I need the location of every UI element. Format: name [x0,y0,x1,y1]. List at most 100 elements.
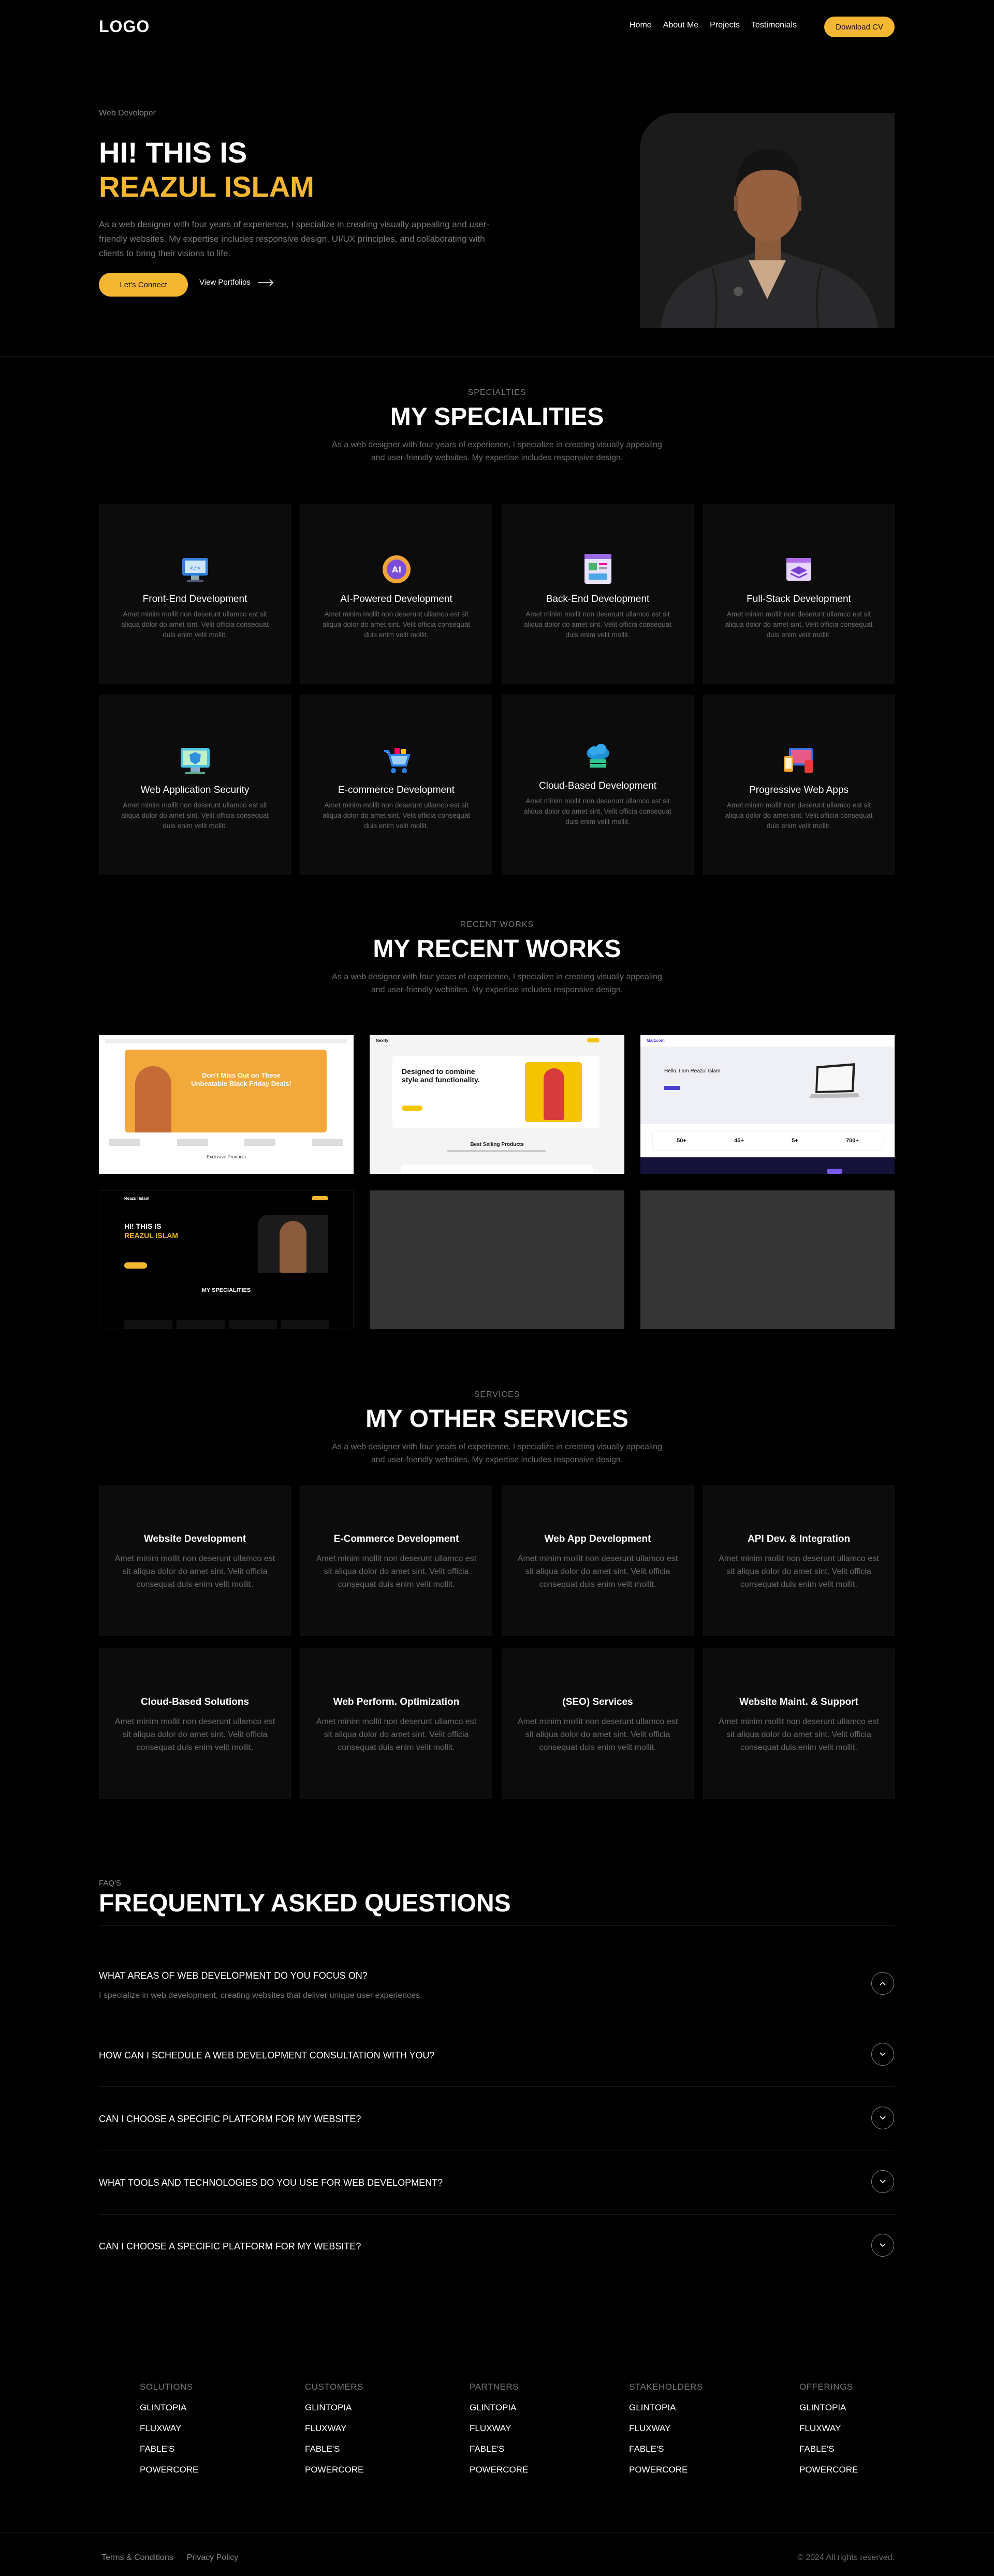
services-description: As a web designer with four years of exp… [332,1442,662,1464]
faq-question[interactable]: CAN I CHOOSE A SPECIFIC PLATFORM FOR MY … [99,2241,361,2252]
faq-toggle[interactable] [871,1972,894,1995]
hero-photo-card [640,113,895,328]
hero-divider [0,356,994,357]
faq-divider [99,2086,895,2087]
speciality-card[interactable]: Back-End Development Amet minim mollit n… [502,504,694,684]
speciality-card[interactable]: Cloud-Based Development Amet minim molli… [502,695,694,875]
speciality-card[interactable]: Web Application Security Amet minim moll… [99,695,291,875]
monitor-code-icon: </> [182,558,208,582]
footer-link[interactable]: FLUXWAY [140,2423,198,2434]
service-description: Amet minim mollit non deserunt ullamco e… [719,1717,879,1752]
service-card[interactable]: Website Development Amet minim mollit non… [99,1485,291,1636]
faq-question[interactable]: WHAT AREAS OF WEB DEVELOPMENT DO YOU FOC… [99,1970,368,1981]
speciality-title: E-commerce Development [338,785,455,796]
footer-link[interactable]: GLINTOPIA [629,2403,703,2413]
footer-link[interactable]: FLUXWAY [629,2423,703,2434]
speciality-card[interactable]: </> Front-End Development Amet minim mol… [99,504,291,684]
nav-projects[interactable]: Projects [710,21,740,30]
faq-question[interactable]: CAN I CHOOSE A SPECIFIC PLATFORM FOR MY … [99,2114,361,2125]
download-cv-button[interactable]: Download CV [824,17,895,37]
view-portfolio-link[interactable]: View Portfolios [199,278,274,287]
thumb4-line1: HI! THIS IS [124,1222,162,1230]
work-thumbnail[interactable]: Nexify Designed to combine style and fun… [370,1035,624,1174]
faq-question[interactable]: WHAT TOOLS AND TECHNOLOGIES DO YOU USE F… [99,2177,443,2188]
footer-legal-links: Terms & Conditions Privacy Policy [101,2553,238,2563]
footer-link[interactable]: FLUXWAY [305,2423,363,2434]
privacy-link[interactable]: Privacy Policy [187,2553,239,2563]
work-thumbnail[interactable]: Reazul Islam HI! THIS IS REAZUL ISLAM MY… [99,1190,354,1329]
service-card[interactable]: Web Perform. Optimization Amet minim moll… [300,1648,492,1799]
footer-link[interactable]: GLINTOPIA [799,2403,858,2413]
faq-question[interactable]: HOW CAN I SCHEDULE A WEB DEVELOPMENT CON… [99,2050,434,2061]
connect-button[interactable]: Let's Connect [99,273,188,297]
speciality-card[interactable]: E-commerce Development Amet minim mollit… [300,695,492,875]
speciality-title: Web Application Security [140,785,250,796]
service-title: Cloud-Based Solutions [141,1697,249,1707]
works-tag: RECENT WORKS [460,920,534,929]
work-thumbnail-placeholder[interactable] [370,1190,624,1329]
stat-value: 5+ [792,1138,798,1144]
view-portfolio-label: View Portfolios [199,278,251,287]
footer-link[interactable]: FABLE'S [629,2444,703,2454]
service-title: Website Development [143,1534,246,1544]
stat-value: 700+ [846,1138,859,1144]
service-card[interactable]: API Dev. & Integration Amet minim mollit … [703,1485,895,1636]
nav-about[interactable]: About Me [663,21,698,30]
hero-tag: Web Developer [99,109,156,117]
ai-chip-icon: AI [382,555,411,583]
service-card[interactable]: E-Commerce Development Amet minim mollit … [300,1485,492,1636]
footer-column: OFFERINGS GLINTOPIA FLUXWAY FABLE'S POWE… [799,2382,858,2475]
work-thumbnail[interactable]: Don't Miss Out on These Unbeatable Black… [99,1035,354,1174]
model-figure [544,1068,564,1120]
footer-column-heading: OFFERINGS [799,2382,853,2392]
shield-monitor-icon [180,748,210,774]
terms-link[interactable]: Terms & Conditions [101,2553,173,2563]
service-description: Amet minim mollit non deserunt ullamco e… [517,1554,678,1589]
stack-window-icon [786,558,811,581]
footer-link[interactable]: POWERCORE [470,2465,528,2475]
laptop-icon [809,1063,860,1098]
faq-answer: I specialize in web development, creatin… [99,1991,422,2000]
chevron-down-icon [880,2243,886,2247]
logo[interactable]: LOGO [99,17,150,36]
service-card[interactable]: (SEO) Services Amet minim mollit non dese… [502,1648,694,1799]
service-card[interactable]: Website Maint. & Support Amet minim molli… [703,1648,895,1799]
portrait-thumb [280,1221,306,1273]
footer-link[interactable]: FABLE'S [305,2444,363,2454]
footer-link[interactable]: GLINTOPIA [140,2403,198,2413]
footer-column-heading: CUSTOMERS [305,2382,363,2392]
footer-link[interactable]: FLUXWAY [470,2423,528,2434]
footer-link[interactable]: POWERCORE [305,2465,363,2475]
hero-name: REAZUL ISLAM [99,170,314,203]
services-title: MY OTHER SERVICES [366,1405,628,1433]
footer-link[interactable]: FABLE'S [470,2444,528,2454]
service-title: Website Maint. & Support [739,1697,858,1707]
speciality-card[interactable]: Progressive Web Apps Amet minim mollit n… [703,695,895,875]
work-thumbnail-placeholder[interactable] [640,1190,895,1329]
footer-column: PARTNERS GLINTOPIA FLUXWAY FABLE'S POWER… [470,2382,528,2475]
footer-link[interactable]: POWERCORE [799,2465,858,2475]
service-card[interactable]: Cloud-Based Solutions Amet minim mollit n… [99,1648,291,1799]
footer-link[interactable]: FABLE'S [799,2444,858,2454]
footer-link[interactable]: FLUXWAY [799,2423,858,2434]
chevron-down-icon [880,2180,886,2184]
nav-testimonials[interactable]: Testimonials [751,21,797,30]
speciality-card[interactable]: Full-Stack Development Amet minim mollit… [703,504,895,684]
speciality-card[interactable]: AI AI-Powered Development Amet minim mol… [300,504,492,684]
nav-home[interactable]: Home [630,21,652,30]
service-card[interactable]: Web App Development Amet minim mollit non… [502,1485,694,1636]
footer-link[interactable]: POWERCORE [140,2465,198,2475]
faq-toggle[interactable] [871,2107,894,2129]
footer-link[interactable]: POWERCORE [629,2465,703,2475]
speciality-description: Amet minim mollit non deserunt ullamco e… [524,610,671,639]
faq-toggle[interactable] [871,2170,894,2193]
faq-toggle[interactable] [871,2043,894,2066]
faq-toggle[interactable] [871,2234,894,2257]
thumb4-line2: REAZUL ISLAM [124,1231,178,1240]
footer-column-heading: PARTNERS [470,2382,519,2392]
footer-link[interactable]: GLINTOPIA [470,2403,528,2413]
footer-link[interactable]: FABLE'S [140,2444,198,2454]
footer-link[interactable]: GLINTOPIA [305,2403,363,2413]
work-thumbnail[interactable]: Marzcom Hello, I am Reazul Islam 50+ 45+… [640,1035,895,1174]
speciality-title: Full-Stack Development [747,594,851,605]
